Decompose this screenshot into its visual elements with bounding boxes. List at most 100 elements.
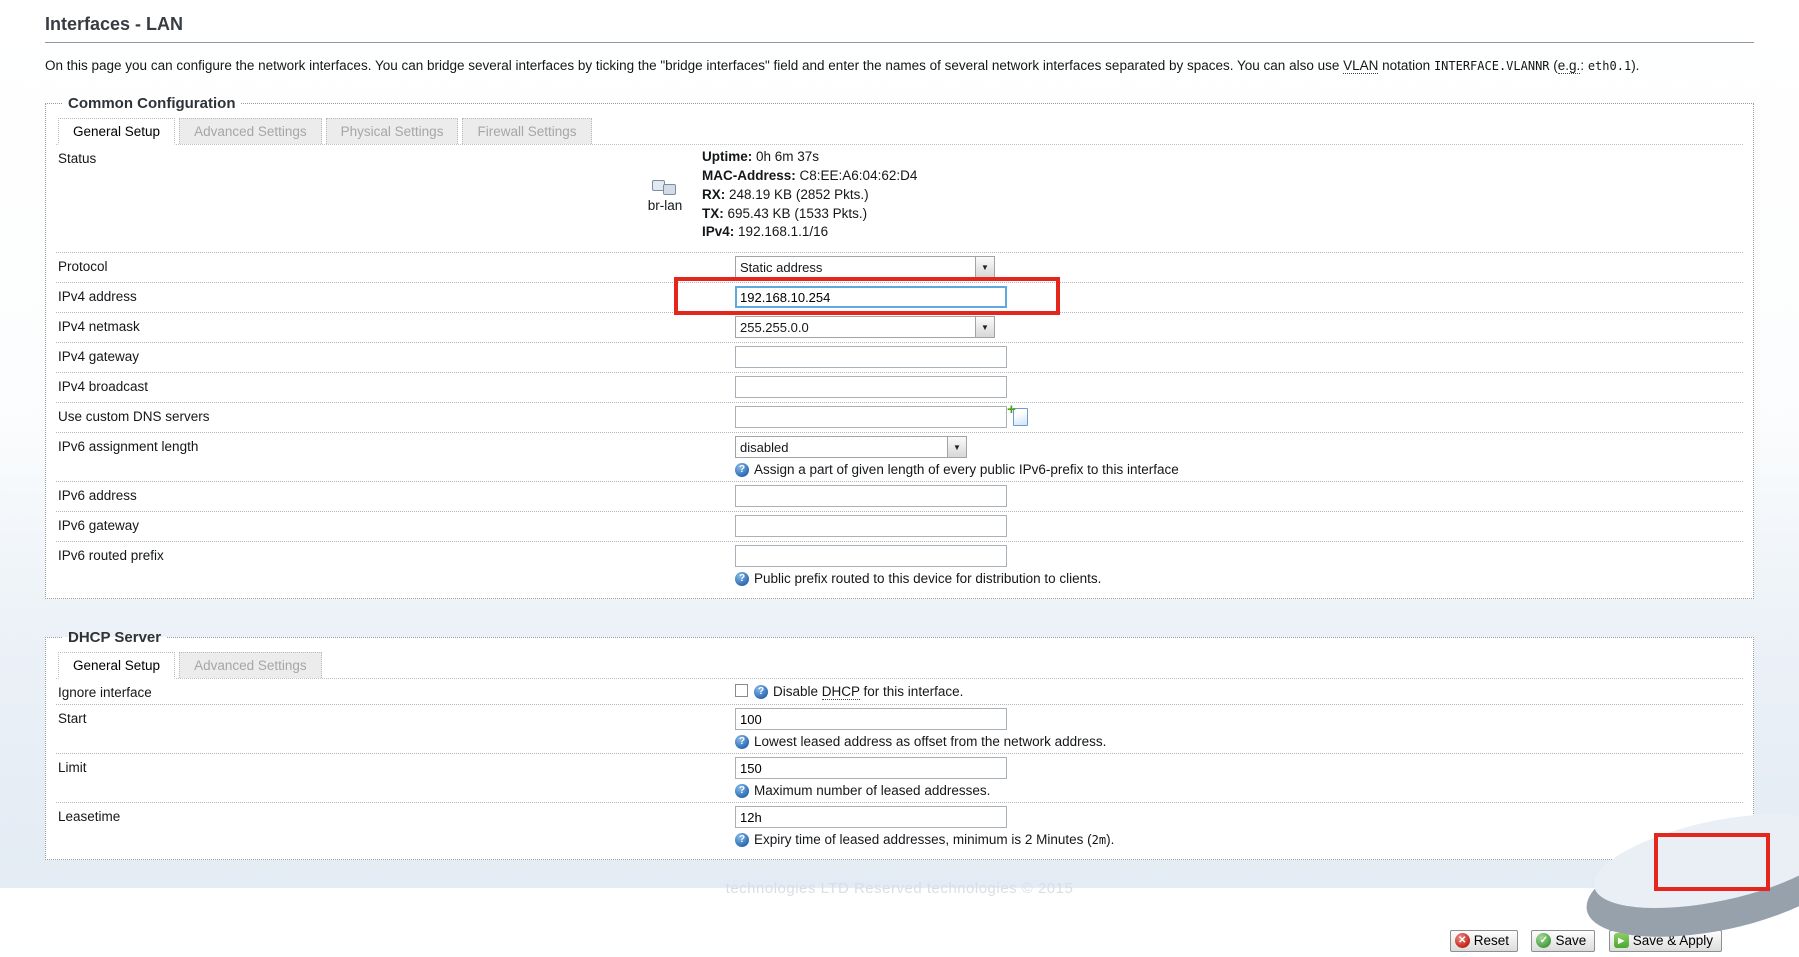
ipv6-assignment-help: Assign a part of given length of every p… xyxy=(754,462,1179,477)
ipv6-address-label: IPv6 address xyxy=(58,485,735,503)
page-title: Interfaces - LAN xyxy=(45,10,1754,43)
dhcp-leasetime-row: Leasetime ?Expiry time of leased address… xyxy=(56,803,1743,851)
ipv6-address-row: IPv6 address xyxy=(56,482,1743,512)
ipv6-routed-prefix-input[interactable] xyxy=(735,545,1007,567)
dhcp-limit-help: Maximum number of leased addresses. xyxy=(754,783,990,798)
desc-text: : xyxy=(1580,58,1588,73)
status-label: Status xyxy=(58,148,636,166)
uptime-label: Uptime: xyxy=(702,149,752,164)
status-info: Uptime: 0h 6m 37s MAC-Address: C8:EE:A6:… xyxy=(702,148,917,242)
action-button-bar: ✕Reset ✓Save ▶Save & Apply xyxy=(45,890,1754,952)
ipv4-address-label: IPv4 address xyxy=(58,286,735,304)
mac-value: C8:EE:A6:04:62:D4 xyxy=(800,168,918,183)
ipv4-broadcast-input[interactable] xyxy=(735,376,1007,398)
mac-label: MAC-Address: xyxy=(702,168,796,183)
tab-advanced-settings[interactable]: Advanced Settings xyxy=(179,118,322,144)
help-icon: ? xyxy=(735,735,749,749)
rx-label: RX: xyxy=(702,187,725,202)
tx-value: 695.43 KB (1533 Pkts.) xyxy=(728,206,868,221)
dhcp-limit-input[interactable] xyxy=(735,757,1007,779)
ipv6-gateway-input[interactable] xyxy=(735,515,1007,537)
dhcp-limit-label: Limit xyxy=(58,757,735,775)
network-bridge-icon xyxy=(648,178,682,198)
dhcp-start-row: Start ?Lowest leased address as offset f… xyxy=(56,705,1743,754)
vlan-abbr: VLAN xyxy=(1343,58,1378,74)
ipv4-gateway-row: IPv4 gateway xyxy=(56,343,1743,373)
footer-text: technologies LTD Reserved technologies ©… xyxy=(0,880,1799,897)
eth01-code: eth0.1 xyxy=(1588,59,1631,73)
ipv6-gateway-row: IPv6 gateway xyxy=(56,512,1743,542)
protocol-label: Protocol xyxy=(58,256,735,274)
reset-icon: ✕ xyxy=(1455,933,1470,948)
ipv4-address-input[interactable] xyxy=(735,286,1007,308)
custom-dns-label: Use custom DNS servers xyxy=(58,406,735,424)
apply-play-icon: ▶ xyxy=(1614,933,1629,948)
rx-value: 248.19 KB (2852 Pkts.) xyxy=(729,187,869,202)
chevron-down-icon[interactable]: ▼ xyxy=(947,437,966,457)
tx-label: TX: xyxy=(702,206,724,221)
status-row: Status br-lan Uptime: 0h 6m 37s MAC-Addr… xyxy=(56,145,1743,253)
dhcp-leasetime-help: Expiry time of leased addresses, minimum… xyxy=(754,832,1114,847)
ipv4-broadcast-row: IPv4 broadcast xyxy=(56,373,1743,403)
tab-general-setup[interactable]: General Setup xyxy=(58,118,175,145)
ipv4-gateway-label: IPv4 gateway xyxy=(58,346,735,364)
ipv6-address-input[interactable] xyxy=(735,485,1007,507)
help-text: Disable xyxy=(773,684,822,699)
common-config-tabs: General Setup Advanced Settings Physical… xyxy=(56,118,1743,145)
reset-button-label: Reset xyxy=(1474,933,1509,948)
help-icon: ? xyxy=(735,784,749,798)
eg-abbr: e.g. xyxy=(1558,58,1581,74)
ignore-interface-checkbox[interactable] xyxy=(735,684,748,697)
page-description: On this page you can configure the netwo… xyxy=(45,56,1754,77)
ipv4-address-row: IPv4 address xyxy=(56,283,1743,313)
ipv6-routed-prefix-row: IPv6 routed prefix ?Public prefix routed… xyxy=(56,542,1743,590)
ipv6-assignment-selected-value: disabled xyxy=(736,440,947,455)
dhcp-abbr: DHCP xyxy=(822,684,860,700)
help-text: for this interface. xyxy=(860,684,964,699)
dhcp-start-input[interactable] xyxy=(735,708,1007,730)
custom-dns-input[interactable] xyxy=(735,406,1007,428)
add-entry-icon[interactable] xyxy=(1013,408,1028,426)
ipv6-gateway-label: IPv6 gateway xyxy=(58,515,735,533)
ipv4-netmask-row: IPv4 netmask 255.255.0.0 ▼ xyxy=(56,313,1743,343)
ignore-interface-help: Disable DHCP for this interface. xyxy=(773,684,963,699)
reset-button[interactable]: ✕ Reset xyxy=(1450,930,1518,952)
tab-dhcp-general-setup[interactable]: General Setup xyxy=(58,652,175,679)
ipv6-routed-prefix-help: Public prefix routed to this device for … xyxy=(754,571,1101,586)
ipv4-netmask-select[interactable]: 255.255.0.0 ▼ xyxy=(735,316,995,338)
device-name: br-lan xyxy=(636,198,694,213)
common-configuration-legend: Common Configuration xyxy=(62,95,241,112)
tab-dhcp-advanced-settings[interactable]: Advanced Settings xyxy=(179,652,322,678)
help-text: ). xyxy=(1106,832,1114,847)
ipv4-gateway-input[interactable] xyxy=(735,346,1007,368)
chevron-down-icon[interactable]: ▼ xyxy=(975,257,994,277)
content-area: Interfaces - LAN On this page you can co… xyxy=(0,0,1799,952)
dhcp-leasetime-input[interactable] xyxy=(735,806,1007,828)
custom-dns-row: Use custom DNS servers xyxy=(56,403,1743,433)
ipv6-assignment-select[interactable]: disabled ▼ xyxy=(735,436,967,458)
dhcp-server-legend: DHCP Server xyxy=(62,629,167,646)
uptime-value: 0h 6m 37s xyxy=(756,149,819,164)
tab-physical-settings[interactable]: Physical Settings xyxy=(326,118,459,144)
common-configuration-section: Common Configuration General Setup Advan… xyxy=(45,95,1754,599)
desc-text: ( xyxy=(1550,58,1558,73)
ipv4-netmask-label: IPv4 netmask xyxy=(58,316,735,334)
ignore-interface-label: Ignore interface xyxy=(58,682,735,700)
leasetime-mono: 2m xyxy=(1092,833,1106,847)
ipv6-assignment-label: IPv6 assignment length xyxy=(58,436,735,454)
protocol-row: Protocol Static address ▼ xyxy=(56,253,1743,283)
dhcp-start-label: Start xyxy=(58,708,735,726)
dhcp-leasetime-label: Leasetime xyxy=(58,806,735,824)
chevron-down-icon[interactable]: ▼ xyxy=(975,317,994,337)
help-icon: ? xyxy=(754,685,768,699)
desc-text: ). xyxy=(1631,58,1639,73)
help-icon: ? xyxy=(735,463,749,477)
protocol-selected-value: Static address xyxy=(736,260,975,275)
tab-firewall-settings[interactable]: Firewall Settings xyxy=(462,118,591,144)
ipv4-broadcast-label: IPv4 broadcast xyxy=(58,376,735,394)
save-button[interactable]: ✓Save xyxy=(1531,930,1595,952)
protocol-select[interactable]: Static address ▼ xyxy=(735,256,995,278)
ipv6-routed-prefix-label: IPv6 routed prefix xyxy=(58,545,735,563)
ipv4-status-value: 192.168.1.1/16 xyxy=(738,224,828,239)
save-button-label: Save xyxy=(1555,933,1586,948)
